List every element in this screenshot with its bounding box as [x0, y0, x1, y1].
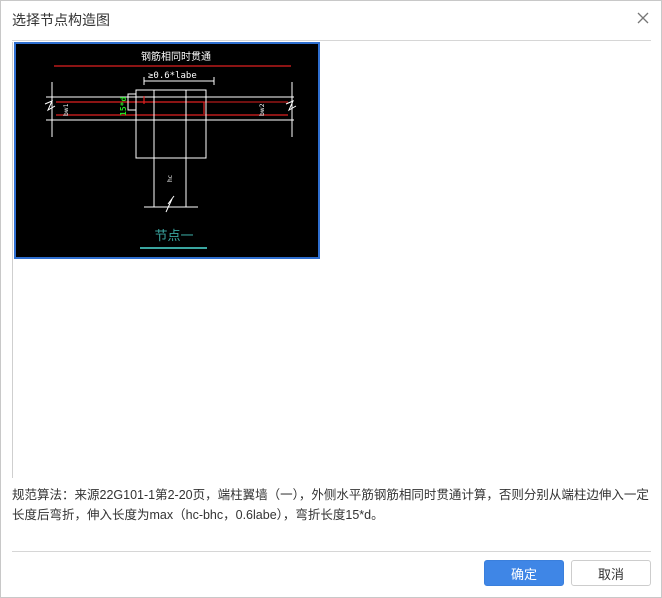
dialog-title: 选择节点构造图 [12, 12, 110, 28]
left-wall-label: bw1 [63, 103, 70, 116]
bend-label: 15*d [119, 97, 128, 116]
close-icon[interactable] [635, 10, 651, 26]
algorithm-description: 规范算法：来源22G101-1第2-20页，端柱翼墙（一），外侧水平筋钢筋相同时… [12, 488, 649, 522]
title-divider [12, 40, 651, 41]
dialog-window: 选择节点构造图 钢筋相同时贯通 ≥0.6*labe 15*d bw1 bw2 h… [0, 0, 662, 598]
ok-button[interactable]: 确定 [484, 560, 564, 586]
column-label: hc [167, 175, 174, 182]
cancel-button[interactable]: 取消 [571, 560, 651, 586]
node-gallery: 钢筋相同时贯通 ≥0.6*labe 15*d bw1 bw2 hc 节点一 [12, 42, 653, 478]
drawing-heading: 钢筋相同时贯通 [141, 50, 211, 63]
node-drawing: 钢筋相同时贯通 ≥0.6*labe 15*d bw1 bw2 hc 节点一 [44, 50, 297, 249]
footer-divider [12, 551, 651, 552]
dim-label: ≥0.6*labe [148, 71, 197, 81]
thumbnail-caption: 节点一 [154, 229, 193, 244]
right-wall-label: bw2 [259, 103, 266, 116]
node-thumbnail-1[interactable]: 钢筋相同时贯通 ≥0.6*labe 15*d bw1 bw2 hc 节点一 [14, 42, 320, 259]
